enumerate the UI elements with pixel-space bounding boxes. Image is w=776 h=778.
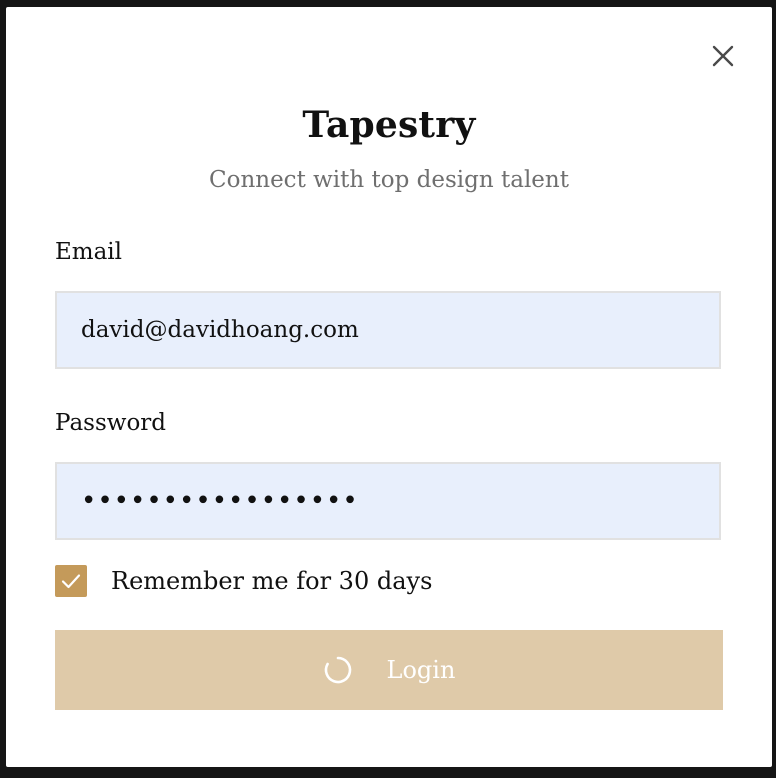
email-label: Email — [55, 239, 123, 265]
password-field[interactable] — [55, 462, 721, 540]
dialog-subtitle: Connect with top design talent — [209, 167, 569, 193]
password-label: Password — [55, 410, 167, 436]
login-dialog: Tapestry Connect with top design talent … — [6, 7, 772, 767]
checkmark-icon — [61, 574, 81, 589]
login-button-label: Login — [386, 656, 456, 684]
remember-me-checkbox[interactable] — [55, 565, 87, 597]
login-button[interactable]: Login — [55, 630, 723, 710]
email-field[interactable] — [55, 291, 721, 369]
remember-me-option[interactable]: Remember me for 30 days — [55, 565, 432, 597]
remember-me-label: Remember me for 30 days — [111, 567, 433, 595]
close-button[interactable] — [708, 41, 738, 71]
loading-spinner-icon — [324, 656, 351, 684]
dialog-title: Tapestry — [302, 104, 476, 146]
close-icon — [712, 45, 734, 67]
